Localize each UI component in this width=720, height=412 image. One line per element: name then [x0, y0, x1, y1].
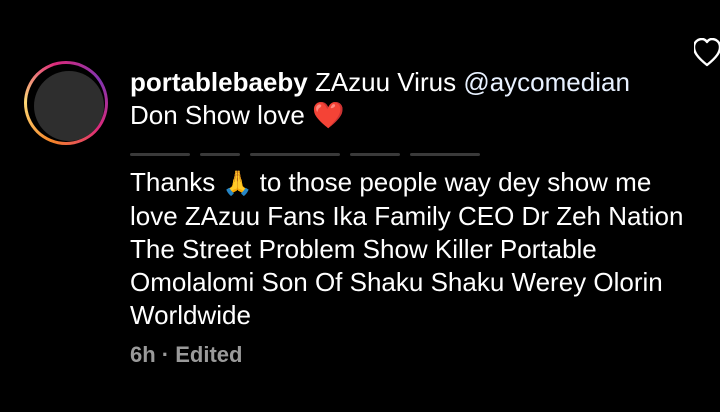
comment-meta: 6h · Edited [130, 340, 242, 370]
comment-caption: portablebaeby ZAzuu Virus @aycomedian Do… [130, 66, 690, 132]
caption-line-2: Don Show love [130, 100, 313, 130]
username-link[interactable]: portablebaeby [130, 67, 308, 97]
obscured-text-line [130, 150, 550, 160]
meta-separator: · [155, 342, 176, 367]
timestamp: 6h [130, 342, 156, 367]
edited-label: Edited [175, 342, 243, 367]
comment-body: Thanks 🙏 to those people way dey show me… [130, 166, 690, 332]
heart-outline-icon[interactable] [694, 38, 720, 68]
body-text-start: Thanks [130, 167, 223, 197]
mention-link[interactable]: @aycomedian [463, 67, 630, 97]
avatar[interactable] [34, 71, 104, 141]
avatar-gap [27, 64, 105, 142]
comment-item: portablebaeby ZAzuu Virus @aycomedian Do… [0, 0, 720, 412]
story-ring[interactable] [24, 61, 108, 145]
red-heart-emoji: ❤️ [312, 100, 345, 130]
caption-lead: ZAzuu Virus [307, 67, 464, 97]
folded-hands-emoji: 🙏 [222, 170, 253, 197]
